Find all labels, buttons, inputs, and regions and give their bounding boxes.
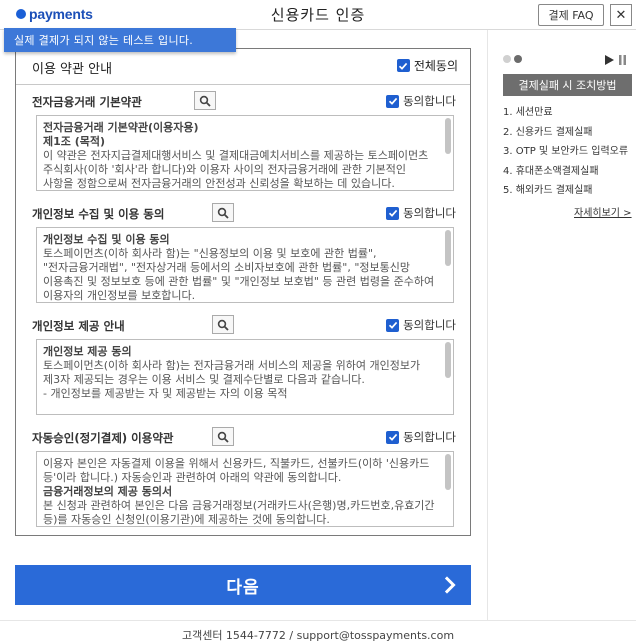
term-content-box[interactable]: 개인정보 제공 동의 토스페이먼츠(이하 회사라 함)는 전자금융거래 서비스의…: [36, 339, 454, 415]
header: payments 신용카드 인증 결제 FAQ ✕: [0, 0, 636, 30]
next-button-label: 다음: [226, 577, 260, 598]
term-section-header: 개인정보 수집 및 이용 동의 동의합니다: [32, 203, 456, 225]
term-line: 본 신청과 관련하여 본인은 다음 금융거래정보(거래카드사(은행)명,카드번호…: [43, 499, 435, 526]
close-icon: ✕: [615, 7, 627, 23]
term-content-box[interactable]: 이용자 본인은 자동결제 이용을 위해서 신용카드, 직불카드, 선불카드(이하…: [36, 451, 454, 527]
magnifier-icon: [199, 95, 211, 107]
play-icon[interactable]: [605, 55, 614, 65]
agree-toggle-auto-billing[interactable]: 동의합니다: [386, 429, 456, 445]
term-title-auto-billing: 자동승인(정기결제) 이용약관: [32, 431, 174, 445]
slide-dot[interactable]: [503, 55, 511, 63]
help-list-item[interactable]: 5. 해외카드 결제실패: [503, 181, 636, 201]
term-line: 제1조 (목적): [43, 135, 106, 148]
term-view-button[interactable]: [194, 91, 216, 110]
agree-checkbox[interactable]: [386, 318, 400, 332]
sidebar-divider: [487, 30, 488, 620]
agree-label: 동의합니다: [403, 206, 456, 220]
term-line: 개인정보 수집 및 이용 동의: [43, 233, 170, 246]
slide-controls: [605, 55, 627, 65]
term-content-text: 이용자 본인은 자동결제 이용을 위해서 신용카드, 직불카드, 선불카드(이하…: [43, 457, 439, 526]
agree-all-toggle[interactable]: 전체동의: [396, 57, 458, 74]
agree-checkbox[interactable]: [386, 206, 400, 220]
help-list-item[interactable]: 2. 신용카드 결제실패: [503, 123, 636, 143]
agree-checkbox[interactable]: [386, 430, 400, 444]
terms-panel: 이용 약관 안내 전체동의 전자금융거래 기본약관 동의합니다 전자금융거래 기…: [15, 48, 471, 536]
payment-faq-button[interactable]: 결제 FAQ: [538, 4, 604, 26]
scrollbar-thumb[interactable]: [445, 342, 451, 378]
chevron-right-icon: [444, 576, 456, 594]
term-section-header: 전자금융거래 기본약관 동의합니다: [32, 91, 456, 113]
check-icon: [388, 209, 397, 217]
agree-checkbox[interactable]: [386, 94, 400, 108]
term-title-electronic-finance: 전자금융거래 기본약관: [32, 95, 142, 109]
check-icon: [388, 97, 397, 105]
slide-indicator: [503, 55, 525, 63]
term-view-button[interactable]: [212, 315, 234, 334]
scrollbar-thumb[interactable]: [445, 230, 451, 266]
payment-failure-help-title: 결제실패 시 조치방법: [503, 74, 632, 96]
agree-toggle-privacy-provision[interactable]: 동의합니다: [386, 317, 456, 333]
see-more-link[interactable]: 자세히보기 >: [574, 204, 632, 219]
magnifier-icon: [217, 319, 229, 331]
magnifier-icon: [217, 207, 229, 219]
help-list-item[interactable]: 1. 세션만료: [503, 103, 636, 123]
scrollbar-thumb[interactable]: [445, 118, 451, 154]
term-content-text: 개인정보 수집 및 이용 동의 토스페이먼츠(이하 회사라 함)는 "신용정보의…: [43, 233, 439, 302]
term-view-button[interactable]: [212, 427, 234, 446]
term-section-header: 개인정보 제공 안내 동의합니다: [32, 315, 456, 337]
check-icon: [388, 433, 397, 441]
scrollbar-thumb[interactable]: [445, 454, 451, 490]
term-line: 이용자 본인은 자동결제 이용을 위해서 신용카드, 직불카드, 선불카드(이하…: [43, 457, 430, 484]
agree-label: 동의합니다: [403, 430, 456, 444]
help-list-item[interactable]: 4. 휴대폰소액결제실패: [503, 162, 636, 182]
magnifier-icon: [217, 431, 229, 443]
terms-panel-title: 이용 약관 안내: [32, 62, 113, 77]
term-content-box[interactable]: 개인정보 수집 및 이용 동의 토스페이먼츠(이하 회사라 함)는 "신용정보의…: [36, 227, 454, 303]
agree-all-checkbox[interactable]: [396, 59, 410, 72]
agree-label: 동의합니다: [403, 94, 456, 108]
term-line: 이 약관은 전자지급결제대행서비스 및 결제대금예치서비스를 제공하는 토스페이…: [43, 149, 429, 190]
term-view-button[interactable]: [212, 203, 234, 222]
agree-toggle-electronic-finance[interactable]: 동의합니다: [386, 93, 456, 109]
term-content-box[interactable]: 전자금융거래 기본약관(이용자용) 제1조 (목적) 이 약관은 전자지급결제대…: [36, 115, 454, 191]
payment-failure-help-list: 1. 세션만료 2. 신용카드 결제실패 3. OTP 및 보안카드 입력오류 …: [503, 103, 636, 201]
term-line: 개인정보 제공 동의: [43, 345, 132, 358]
test-mode-banner: 실제 결제가 되지 않는 테스트 입니다.: [4, 28, 236, 52]
term-line: 금융거래정보의 제공 동의서: [43, 485, 173, 498]
slide-dot-active[interactable]: [514, 55, 522, 63]
term-title-privacy-collection: 개인정보 수집 및 이용 동의: [32, 207, 165, 221]
agree-toggle-privacy-collection[interactable]: 동의합니다: [386, 205, 456, 221]
term-section-header: 자동승인(정기결제) 이용약관 동의합니다: [32, 427, 456, 449]
agree-label: 동의합니다: [403, 318, 456, 332]
terms-panel-header: 이용 약관 안내 전체동의: [16, 49, 470, 85]
next-button[interactable]: 다음: [15, 565, 471, 605]
agree-all-label: 전체동의: [413, 59, 458, 73]
help-list-item[interactable]: 3. OTP 및 보안카드 입력오류: [503, 142, 636, 162]
term-line: 토스페이먼츠(이하 회사라 함)는 전자금융거래 서비스의 제공을 위하여 개인…: [43, 359, 421, 386]
term-content-text: 전자금융거래 기본약관(이용자용) 제1조 (목적) 이 약관은 전자지급결제대…: [43, 121, 439, 190]
term-line: 토스페이먼츠(이하 회사라 함)는 "신용정보의 이용 및 보호에 관한 법률"…: [43, 247, 435, 302]
check-icon: [399, 62, 408, 70]
check-icon: [388, 321, 397, 329]
pause-icon[interactable]: [618, 55, 627, 65]
term-line: 전자금융거래 기본약관(이용자용): [43, 121, 199, 134]
term-content-text: 개인정보 제공 동의 토스페이먼츠(이하 회사라 함)는 전자금융거래 서비스의…: [43, 345, 439, 401]
close-button[interactable]: ✕: [610, 4, 632, 26]
customer-center-footer: 고객센터 1544-7772 / support@tosspayments.co…: [0, 620, 636, 642]
term-line: - 개인정보를 제공받는 자 및 제공받는 자의 이용 목적: [43, 387, 288, 400]
term-title-privacy-provision: 개인정보 제공 안내: [32, 319, 125, 333]
